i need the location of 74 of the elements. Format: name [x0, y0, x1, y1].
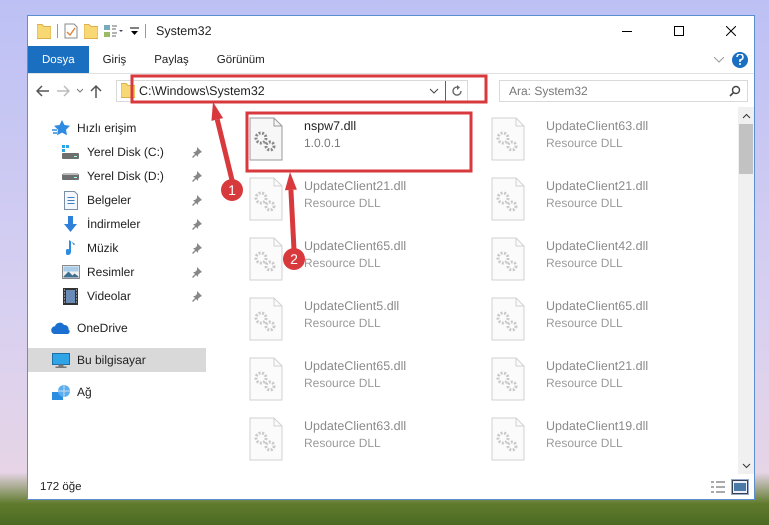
documents-icon: [64, 190, 78, 210]
folder-icon[interactable]: [37, 24, 51, 38]
pin-icon[interactable]: [192, 194, 202, 206]
address-bar[interactable]: C:\Windows\System32: [116, 80, 468, 102]
downloads-icon: [64, 216, 77, 232]
large-icons-view-button[interactable]: [732, 480, 748, 494]
pin-icon[interactable]: [192, 290, 202, 302]
sidebar-item[interactable]: Bu bilgisayar: [28, 348, 206, 372]
ribbon-tab[interactable]: Dosya: [28, 46, 89, 73]
sidebar-item[interactable]: Yerel Disk (C:): [28, 140, 206, 164]
network-icon: [52, 384, 70, 400]
file-detail: Resource DLL: [304, 316, 382, 330]
file-detail: Resource DLL: [546, 436, 624, 450]
window-title: System32: [156, 24, 212, 38]
file-detail: Resource DLL: [546, 136, 624, 150]
sidebar-item[interactable]: OneDrive: [28, 316, 206, 340]
ribbon-tab[interactable]: Paylaş: [140, 46, 203, 73]
recent-locations-button[interactable]: [76, 88, 84, 94]
computer-icon: [52, 352, 70, 368]
drive-icon: [62, 172, 79, 180]
scrollbar[interactable]: [738, 107, 754, 474]
sidebar-item[interactable]: İndirmeler: [28, 212, 206, 236]
pictures-icon: [62, 265, 80, 279]
file-detail: Resource DLL: [304, 256, 382, 270]
help-icon[interactable]: [732, 52, 748, 68]
system-drive-icon: [62, 145, 79, 159]
refresh-icon[interactable]: [450, 84, 462, 96]
search-icon[interactable]: [729, 84, 741, 96]
sidebar-item[interactable]: Belgeler: [28, 188, 206, 212]
pin-icon[interactable]: [192, 266, 202, 278]
chevron-down-icon[interactable]: [429, 88, 439, 94]
back-button[interactable]: [36, 84, 50, 96]
file-detail: Resource DLL: [304, 376, 382, 390]
chevron-up-icon[interactable]: [742, 112, 750, 118]
minimize-icon[interactable]: [622, 30, 632, 32]
file-detail: 1.0.0.1: [304, 136, 342, 150]
cloud-icon: [51, 322, 70, 334]
ribbon-tab[interactable]: Giriş: [88, 46, 140, 73]
details-view-button[interactable]: [710, 480, 726, 494]
ribbon-tab[interactable]: Görünüm: [202, 46, 279, 73]
pin-icon[interactable]: [192, 218, 202, 230]
sidebar-item[interactable]: Yerel Disk (D:): [28, 164, 206, 188]
properties-icon[interactable]: [64, 23, 78, 39]
search-field[interactable]: Ara: System32: [499, 80, 748, 102]
sidebar-item[interactable]: Müzik: [28, 236, 206, 260]
folder-icon[interactable]: [84, 24, 98, 38]
scrollbar-thumb[interactable]: [739, 124, 753, 174]
file-detail: Resource DLL: [546, 256, 624, 270]
file-name[interactable]: nspw7.dll: [304, 119, 356, 133]
file-detail: Resource DLL: [546, 196, 624, 210]
file-detail: Resource DLL: [546, 316, 624, 330]
chevron-down-icon[interactable]: [742, 462, 750, 468]
forward-button[interactable]: [56, 84, 70, 96]
star-icon: [52, 120, 70, 136]
item-count: 172 öğe: [40, 480, 82, 492]
sidebar-item[interactable]: Ağ: [28, 380, 206, 404]
view-options-icon[interactable]: [104, 24, 124, 38]
file-detail: Resource DLL: [546, 376, 624, 390]
pin-icon[interactable]: [192, 242, 202, 254]
maximize-icon[interactable]: [674, 26, 684, 36]
address-path: C:\Windows\System32: [138, 84, 266, 98]
customize-toolbar-icon[interactable]: [130, 26, 139, 36]
pin-icon[interactable]: [192, 170, 202, 182]
sidebar-item[interactable]: Hızlı erişim: [28, 116, 206, 140]
up-button[interactable]: [90, 84, 102, 98]
pin-icon[interactable]: [192, 146, 202, 158]
file-detail: Resource DLL: [304, 196, 382, 210]
sidebar-item[interactable]: Resimler: [28, 260, 206, 284]
file-detail: Resource DLL: [304, 436, 382, 450]
sidebar-item[interactable]: Videolar: [28, 284, 206, 308]
close-icon[interactable]: [726, 26, 736, 36]
dll-file-icon[interactable]: [249, 117, 283, 161]
music-icon: [66, 240, 75, 256]
videos-icon: [63, 288, 78, 304]
